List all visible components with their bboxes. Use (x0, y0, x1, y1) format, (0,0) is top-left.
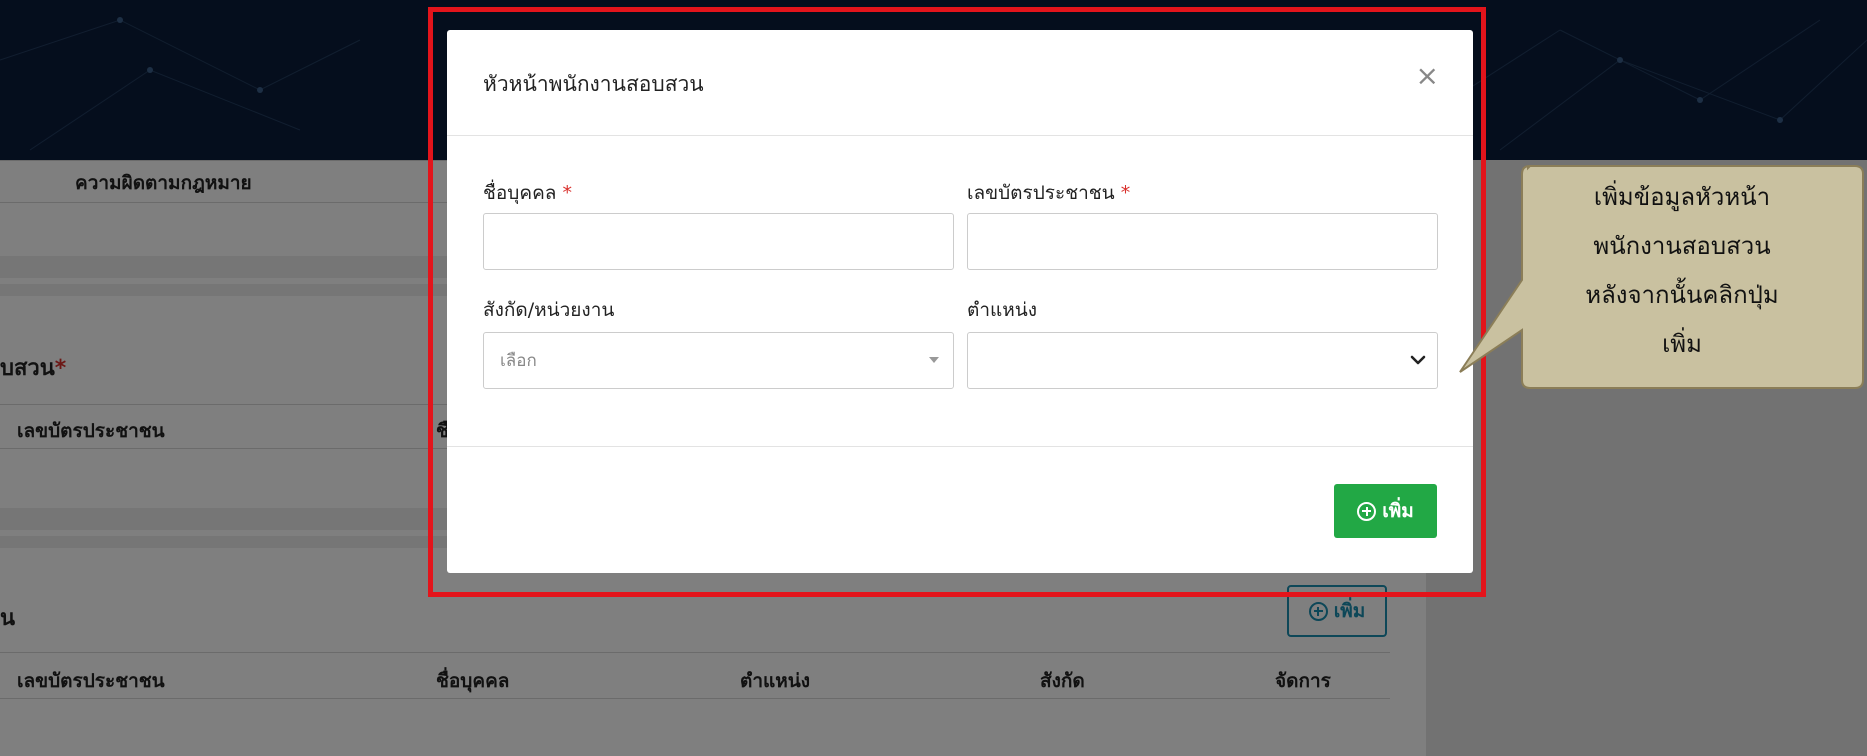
position-label: ตำแหน่ง (967, 299, 1038, 321)
chevron-down-icon (1410, 355, 1426, 365)
close-icon[interactable]: × (1416, 62, 1439, 90)
callout-line: เพิ่มข้อมูลหัวหน้า (1593, 183, 1771, 211)
name-label-text: ชื่อบุคคล (483, 182, 557, 204)
position-select[interactable] (967, 332, 1438, 389)
instruction-callout-text: เพิ่มข้อมูลหัวหน้า พนักงานสอบสวน หลังจาก… (1512, 165, 1852, 375)
plus-circle-icon (1357, 501, 1377, 521)
modal-header: หัวหน้าพนักงานสอบสวน × (447, 30, 1473, 136)
callout-line: พนักงานสอบสวน (1593, 232, 1771, 260)
unit-label: สังกัด/หน่วยงาน (483, 299, 615, 321)
required-mark: * (1120, 182, 1131, 204)
name-input[interactable] (483, 213, 954, 270)
id-number-label: เลขบัตรประชาชน * (967, 178, 1130, 208)
callout-line: เพิ่ม (1662, 330, 1702, 358)
id-number-label-text: เลขบัตรประชาชน (967, 182, 1115, 204)
unit-select[interactable]: เลือก (483, 332, 954, 389)
unit-select-placeholder: เลือก (500, 351, 537, 371)
add-button-label: เพิ่ม (1382, 500, 1414, 522)
caret-down-icon (929, 357, 939, 363)
chief-investigator-modal: หัวหน้าพนักงานสอบสวน × ชื่อบุคคล * เลขบั… (447, 30, 1473, 573)
name-label: ชื่อบุคคล * (483, 178, 572, 208)
callout-line: หลังจากนั้นคลิกปุ่ม (1585, 281, 1779, 309)
required-mark: * (562, 182, 572, 204)
modal-footer-divider (447, 446, 1473, 447)
add-button[interactable]: เพิ่ม (1334, 484, 1437, 538)
modal-title: หัวหน้าพนักงานสอบสวน (483, 72, 704, 96)
id-number-input[interactable] (967, 213, 1438, 270)
